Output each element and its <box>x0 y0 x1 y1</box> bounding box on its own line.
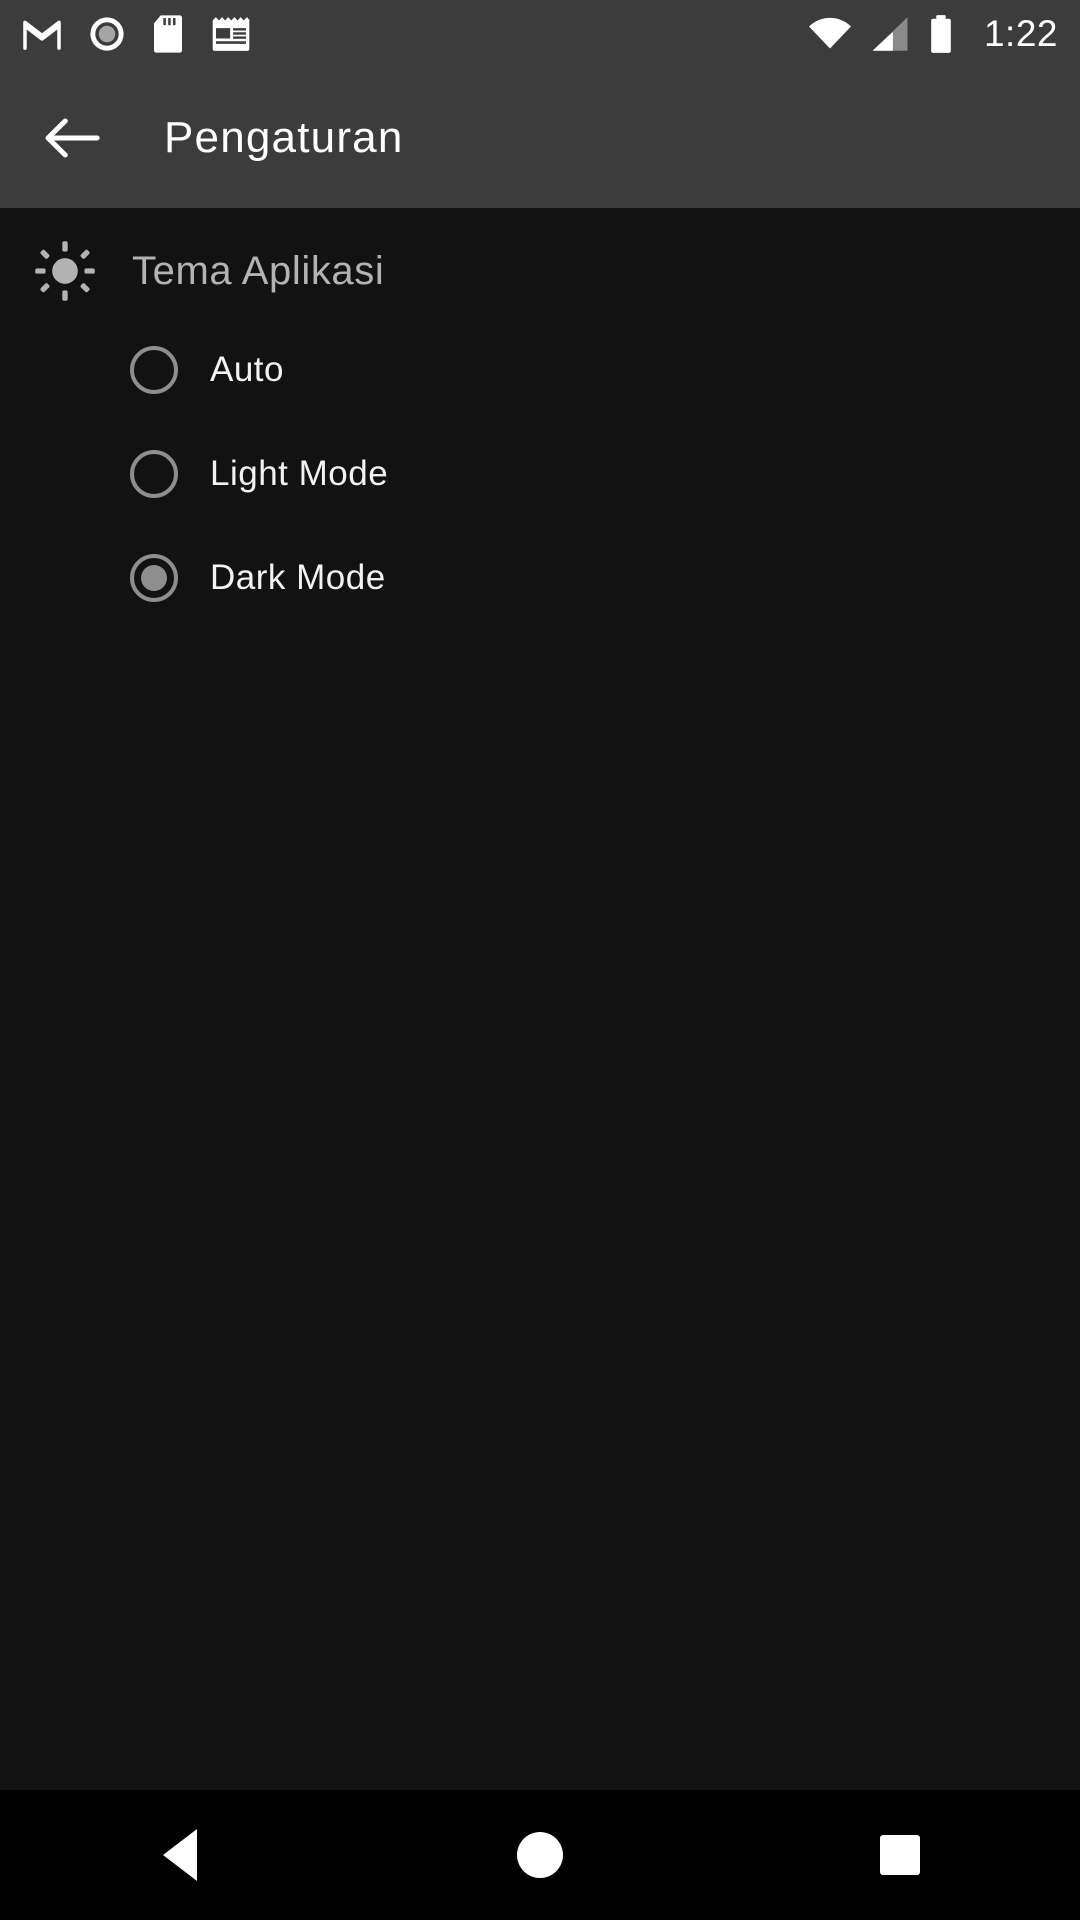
settings-content: Tema Aplikasi Auto Light Mode Dark Mode <box>0 208 1080 1465</box>
brightness-sun-icon <box>28 240 102 302</box>
sd-card-icon <box>152 14 184 54</box>
radio-label-dark-mode: Dark Mode <box>210 558 386 597</box>
status-bar-clock: 1:22 <box>983 13 1058 54</box>
battery-icon <box>928 14 954 54</box>
nav-recents-square-icon <box>880 1835 920 1875</box>
theme-section-title: Tema Aplikasi <box>132 248 385 293</box>
nav-home-button[interactable] <box>360 1832 720 1878</box>
nav-home-circle-icon <box>517 1832 563 1878</box>
nav-back-triangle-icon <box>163 1829 197 1881</box>
back-button[interactable] <box>12 78 132 198</box>
radio-label-light-mode: Light Mode <box>210 454 389 493</box>
radio-option-light-mode[interactable]: Light Mode <box>0 422 1080 526</box>
radio-label-auto: Auto <box>210 350 284 389</box>
cellular-signal-icon <box>870 15 910 53</box>
app-bar: Pengaturan <box>0 68 1080 208</box>
radio-button-dark-mode-icon[interactable] <box>130 554 178 602</box>
status-bar-notification-icons <box>22 14 252 54</box>
news-icon <box>210 15 252 53</box>
back-arrow-icon <box>45 118 100 158</box>
radio-button-auto-icon[interactable] <box>130 346 178 394</box>
status-bar-system-icons: 1:22 <box>808 13 1058 55</box>
page-title: Pengaturan <box>164 113 404 162</box>
gmail-icon <box>22 17 62 51</box>
radio-button-light-mode-icon[interactable] <box>130 450 178 498</box>
status-bar: 1:22 <box>0 0 1080 68</box>
system-navigation-bar <box>0 1790 1080 1920</box>
wifi-icon <box>808 16 852 52</box>
theme-radio-group: Auto Light Mode Dark Mode <box>0 318 1080 630</box>
nav-recents-button[interactable] <box>720 1835 1080 1875</box>
radio-option-auto[interactable]: Auto <box>0 318 1080 422</box>
theme-section-header: Tema Aplikasi <box>0 228 1080 314</box>
screen-record-icon <box>88 15 126 53</box>
radio-option-dark-mode[interactable]: Dark Mode <box>0 526 1080 630</box>
nav-back-button[interactable] <box>0 1829 360 1881</box>
phone-screen: 1:22 Pengaturan Tema Aplikasi Auto Light… <box>0 0 1080 1920</box>
